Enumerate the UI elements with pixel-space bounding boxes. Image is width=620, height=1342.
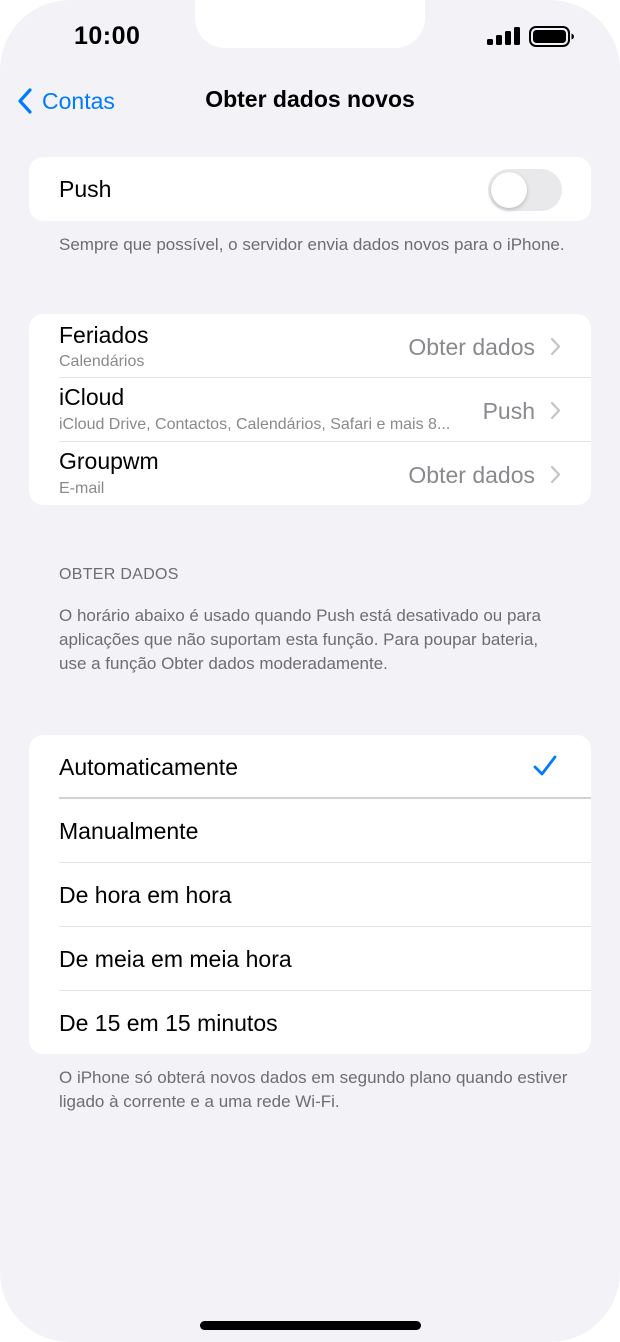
option-label: De 15 em 15 minutos (59, 1010, 278, 1036)
option-label: Automaticamente (59, 754, 238, 780)
status-time: 10:00 (74, 22, 141, 50)
account-fetch-value: Obter dados (408, 334, 535, 360)
cellular-signal-icon (487, 27, 520, 45)
toggle-knob (491, 172, 527, 208)
accounts-card: Feriados Calendários Obter dados iCloud … (29, 314, 591, 505)
checkmark-icon (533, 755, 557, 776)
chevron-right-icon (550, 337, 561, 356)
fetch-section-header: OBTER DADOS (59, 566, 179, 583)
chevron-right-icon (550, 401, 561, 420)
chevron-right-icon (550, 465, 561, 484)
account-subtitle: Calendários (59, 353, 145, 370)
account-name: Feriados (59, 322, 149, 348)
account-subtitle: E-mail (59, 480, 105, 497)
option-15-minutes[interactable]: De 15 em 15 minutos (29, 991, 591, 1054)
push-label: Push (59, 176, 112, 202)
push-toggle[interactable] (488, 169, 562, 211)
push-card: Push (29, 157, 591, 221)
option-label: Manualmente (59, 818, 199, 844)
option-half-hourly[interactable]: De meia em meia hora (29, 927, 591, 991)
fetch-footer: O iPhone só obterá novos dados em segund… (59, 1068, 568, 1111)
fetch-description: O horário abaixo é usado quando Push est… (59, 606, 542, 673)
account-fetch-value: Push (482, 398, 535, 424)
option-hourly[interactable]: De hora em hora (29, 863, 591, 927)
account-row-groupwm[interactable]: Groupwm E-mail Obter dados (29, 442, 591, 505)
account-name: Groupwm (59, 448, 159, 474)
phone-screen: 10:00 Contas Obter dados novos Push Semp… (0, 0, 620, 1342)
account-row-feriados[interactable]: Feriados Calendários Obter dados (29, 314, 591, 378)
push-footer: Sempre que possível, o servidor envia da… (59, 235, 565, 254)
account-fetch-value: Obter dados (408, 462, 535, 488)
account-subtitle: iCloud Drive, Contactos, Calendários, Sa… (59, 416, 451, 433)
option-label: De hora em hora (59, 882, 232, 908)
notch (195, 0, 425, 48)
page-title: Obter dados novos (205, 86, 415, 112)
account-row-icloud[interactable]: iCloud iCloud Drive, Contactos, Calendár… (29, 378, 591, 442)
fetch-options-card: Automaticamente Manualmente De hora em h… (29, 735, 591, 1054)
home-indicator[interactable] (200, 1321, 421, 1330)
battery-icon (529, 26, 574, 47)
account-name: iCloud (59, 384, 125, 410)
option-automatic[interactable]: Automaticamente (29, 735, 591, 799)
option-label: De meia em meia hora (59, 946, 292, 972)
option-manual[interactable]: Manualmente (29, 799, 591, 863)
